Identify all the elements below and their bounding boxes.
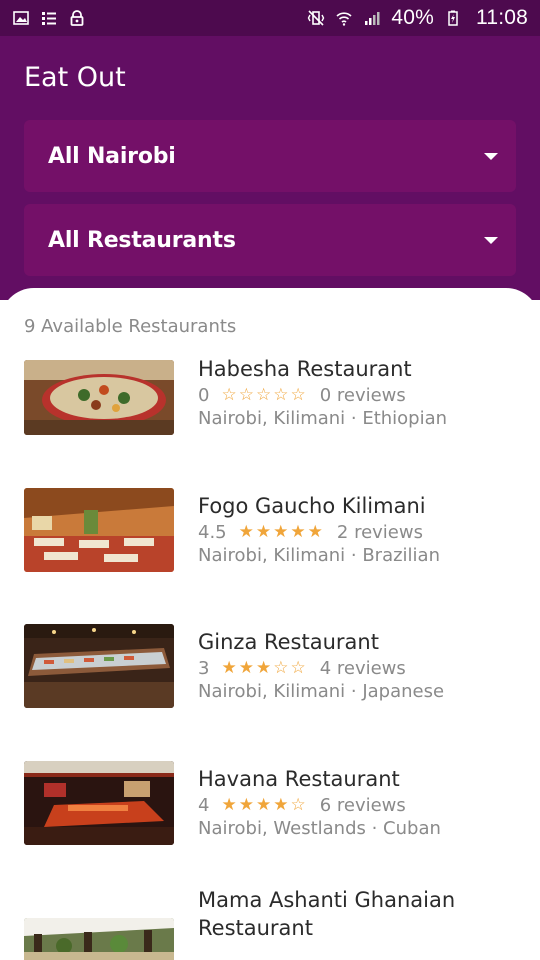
rating-value: 4.5 <box>198 521 227 543</box>
star-empty-icon: ☆ <box>290 657 306 678</box>
star-empty-icon: ☆ <box>238 384 254 405</box>
restaurant-location: Nairobi, Kilimani · Ethiopian <box>198 408 448 429</box>
vibrate-off-icon <box>307 9 325 27</box>
star-filled-icon: ★ <box>238 657 254 678</box>
status-right: 40% 11:08 <box>307 6 528 30</box>
signal-icon <box>363 9 381 27</box>
star-empty-icon: ☆ <box>290 794 306 815</box>
list-item[interactable]: Mama Ashanti Ghanaian Restaurant <box>0 888 540 960</box>
restaurant-name: Mama Ashanti Ghanaian Restaurant <box>198 888 456 940</box>
restaurant-location: Nairobi, Kilimani · Japanese <box>198 681 445 702</box>
battery-level: 40% <box>391 6 434 29</box>
restaurant-info: Havana Restaurant 4 ★ ★ ★ ★ ☆ 6 reviews Nair… <box>198 765 518 841</box>
star-empty-icon: ☆ <box>290 384 306 405</box>
star-rating: ☆ ☆ ☆ ☆ ☆ <box>221 384 306 405</box>
star-filled-icon: ★ <box>273 521 289 542</box>
star-empty-icon: ☆ <box>273 657 289 678</box>
results-sheet: 9 Available Restaurants Habesha Restaura… <box>0 288 540 960</box>
restaurant-location: Nairobi, Westlands · Cuban <box>198 818 441 839</box>
restaurant-photo <box>24 624 174 708</box>
rating-row: 0 ☆ ☆ ☆ ☆ ☆ 0 reviews <box>198 383 518 407</box>
restaurant-info: Ginza Restaurant 3 ★ ★ ★ ☆ ☆ 4 reviews Nairo… <box>198 628 518 704</box>
rating-row: 4 ★ ★ ★ ★ ☆ 6 reviews <box>198 793 518 817</box>
review-count: 0 reviews <box>319 384 406 406</box>
star-filled-icon: ★ <box>221 657 237 678</box>
star-empty-icon: ☆ <box>221 384 237 405</box>
category-dropdown[interactable]: All Restaurants <box>24 204 516 276</box>
clock: 11:08 <box>476 6 528 29</box>
star-rating: ★ ★ ★ ★ ☆ <box>221 794 306 815</box>
review-count: 2 reviews <box>336 521 423 543</box>
rating-row: 4.5 ★ ★ ★ ★ ★ 2 reviews <box>198 520 518 544</box>
list-item[interactable]: Ginza Restaurant 3 ★ ★ ★ ☆ ☆ 4 reviews Nairo… <box>0 624 540 724</box>
restaurant-info: Fogo Gaucho Kilimani 4.5 ★ ★ ★ ★ ★ 2 reviews… <box>198 492 518 568</box>
status-bar: 40% 11:08 <box>0 0 540 36</box>
list-item[interactable]: Fogo Gaucho Kilimani 4.5 ★ ★ ★ ★ ★ 2 reviews… <box>0 488 540 588</box>
page-title: Eat Out <box>24 62 126 93</box>
star-filled-icon: ★ <box>221 794 237 815</box>
star-filled-icon: ★ <box>238 521 254 542</box>
restaurant-name: Fogo Gaucho Kilimani <box>198 494 426 518</box>
list-item[interactable]: Habesha Restaurant 0 ☆ ☆ ☆ ☆ ☆ 0 reviews Nai… <box>0 357 540 460</box>
location-dropdown-label: All Nairobi <box>48 143 176 169</box>
review-count: 6 reviews <box>319 794 406 816</box>
wifi-icon <box>335 9 353 27</box>
review-count: 4 reviews <box>319 657 406 679</box>
star-empty-icon: ☆ <box>255 384 272 405</box>
restaurant-location: Nairobi, Kilimani · Brazilian <box>198 545 440 566</box>
restaurant-photo <box>24 488 174 572</box>
restaurant-photo <box>24 761 174 845</box>
restaurant-name: Habesha Restaurant <box>198 357 412 381</box>
app-header: Eat Out All Nairobi All Restaurants <box>0 36 540 300</box>
restaurant-info: Mama Ashanti Ghanaian Restaurant <box>198 886 518 942</box>
star-filled-icon: ★ <box>290 521 306 542</box>
star-filled-icon: ★ <box>255 794 272 815</box>
results-count: 9 Available Restaurants <box>24 316 237 337</box>
star-filled-icon: ★ <box>238 794 254 815</box>
star-empty-icon: ☆ <box>273 384 289 405</box>
rating-value: 4 <box>198 794 210 816</box>
battery-charging-icon <box>444 9 462 27</box>
image-icon <box>12 9 30 27</box>
star-filled-icon: ★ <box>273 794 289 815</box>
status-left <box>12 9 86 27</box>
rating-value: 3 <box>198 657 210 679</box>
star-rating: ★ ★ ★ ☆ ☆ <box>221 657 306 678</box>
chevron-down-icon <box>484 152 498 160</box>
chevron-down-icon <box>484 236 498 244</box>
star-filled-icon: ★ <box>255 657 272 678</box>
location-dropdown[interactable]: All Nairobi <box>24 120 516 192</box>
restaurant-name: Havana Restaurant <box>198 767 400 791</box>
rating-value: 0 <box>198 384 210 406</box>
star-filled-icon: ★ <box>307 521 323 542</box>
star-rating: ★ ★ ★ ★ ★ <box>238 521 323 542</box>
category-dropdown-label: All Restaurants <box>48 227 236 253</box>
star-filled-icon: ★ <box>255 521 272 542</box>
list-icon <box>40 9 58 27</box>
list-item[interactable]: Havana Restaurant 4 ★ ★ ★ ★ ☆ 6 reviews Nair… <box>0 761 540 861</box>
restaurant-info: Habesha Restaurant 0 ☆ ☆ ☆ ☆ ☆ 0 reviews Nai… <box>198 355 518 431</box>
lock-icon <box>68 9 86 27</box>
restaurant-photo <box>24 360 174 435</box>
restaurant-photo <box>24 918 174 960</box>
restaurant-name: Ginza Restaurant <box>198 630 379 654</box>
rating-row: 3 ★ ★ ★ ☆ ☆ 4 reviews <box>198 656 518 680</box>
